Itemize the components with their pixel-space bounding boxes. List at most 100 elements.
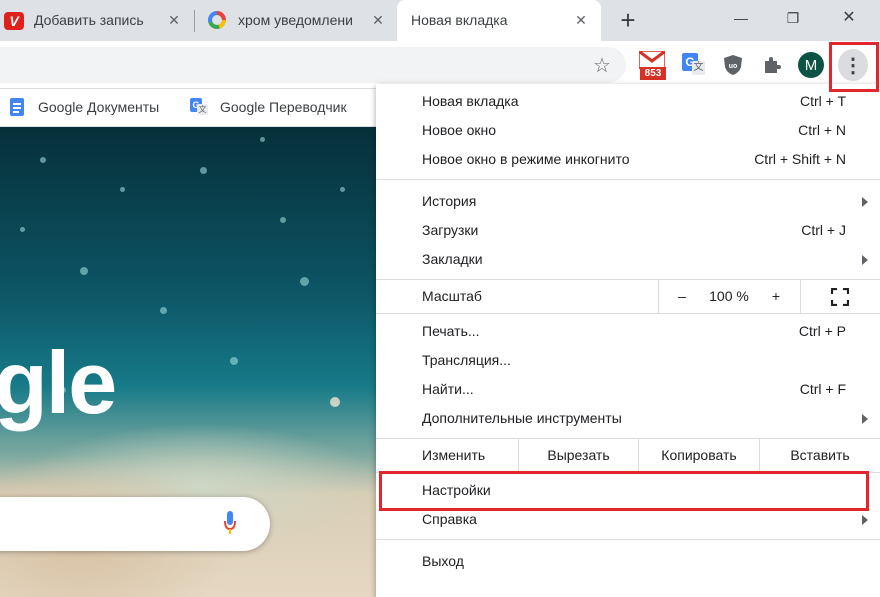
microphone-icon[interactable]	[224, 511, 236, 537]
extensions-puzzle-icon[interactable]	[760, 53, 784, 77]
background-speck	[160, 307, 167, 314]
close-icon[interactable]: ✕	[166, 12, 182, 28]
ublock-shield-icon[interactable]: uo	[722, 53, 744, 77]
background-speck	[200, 167, 207, 174]
background-speck	[280, 217, 286, 223]
menu-item-shortcut: Ctrl + P	[798, 323, 846, 339]
tab-new-tab-active[interactable]: Новая вкладка ✕	[397, 0, 601, 41]
menu-item-find[interactable]: Найти... Ctrl + F	[376, 375, 880, 404]
menu-item-history[interactable]: История	[376, 187, 880, 216]
google-logo-fragment: gle	[0, 333, 117, 432]
paste-button[interactable]: Вставить	[760, 439, 880, 472]
background-speck	[80, 267, 88, 275]
maximize-button[interactable]: ❐	[770, 0, 816, 36]
bookmark-label: Google Документы	[38, 99, 160, 115]
menu-separator	[376, 539, 880, 540]
gmail-icon[interactable]: 853	[638, 51, 666, 81]
gmail-badge: 853	[640, 67, 666, 80]
translate-icon: G 文	[190, 98, 208, 116]
profile-avatar[interactable]: M	[798, 52, 824, 78]
background-speck	[120, 187, 125, 192]
translate-a-glyph: 文	[692, 61, 705, 75]
address-bar[interactable]	[0, 47, 626, 83]
docs-line	[13, 103, 21, 105]
menu-item-label: История	[422, 193, 477, 209]
menu-item-bookmarks[interactable]: Закладки	[376, 245, 880, 274]
zoom-in-button[interactable]: +	[764, 288, 788, 304]
menu-item-shortcut: Ctrl + J	[801, 222, 846, 238]
menu-item-more-tools[interactable]: Дополнительные инструменты	[376, 404, 880, 433]
bookmarks-bar: Google Документы G 文 Google Переводчик	[0, 89, 376, 127]
tab-separator	[194, 10, 195, 32]
menu-item-exit[interactable]: Выход	[376, 547, 880, 576]
tab-title: Новая вкладка	[411, 12, 508, 28]
bookmark-label: Google Переводчик	[220, 99, 347, 115]
bookmark-google-docs[interactable]: Google Документы	[10, 89, 159, 125]
background-speck	[260, 137, 265, 142]
tab-strip: V Добавить запись ✕ хром уведомлени ✕ Но…	[0, 0, 880, 41]
menu-item-shortcut: Ctrl + T	[799, 93, 846, 109]
menu-item-label: Справка	[422, 511, 477, 527]
menu-item-label: Новое окно	[422, 122, 497, 138]
menu-item-label: Новая вкладка	[422, 93, 519, 109]
fullscreen-icon[interactable]	[830, 287, 850, 307]
star-icon[interactable]: ☆	[590, 53, 614, 77]
new-tab-page: gle	[0, 127, 376, 597]
menu-item-shortcut: Ctrl + N	[798, 122, 846, 138]
menu-item-print[interactable]: Печать... Ctrl + P	[376, 317, 880, 346]
highlight-settings	[379, 471, 869, 511]
toolbar: ☆ 853 G 文 uo M ⋮	[0, 41, 880, 89]
close-icon[interactable]: ✕	[370, 12, 386, 28]
new-tab-button[interactable]: +	[614, 6, 642, 34]
opera-v-icon: V	[4, 12, 24, 30]
submenu-arrow-icon	[862, 255, 868, 265]
menu-item-label: Выход	[422, 553, 464, 569]
edit-label: Изменить	[422, 447, 486, 463]
menu-item-label: Новое окно в режиме инкогнито	[422, 151, 630, 167]
menu-item-downloads[interactable]: Загрузки Ctrl + J	[376, 216, 880, 245]
background-speck	[330, 397, 340, 407]
tab-add-post[interactable]: V Добавить запись ✕	[0, 0, 190, 41]
menu-item-label: Трансляция...	[422, 352, 511, 368]
menu-item-label: Найти...	[422, 381, 474, 397]
background-speck	[230, 357, 238, 365]
tab-title: хром уведомлени	[238, 12, 353, 28]
google-g-inner	[212, 15, 222, 25]
menu-item-cast[interactable]: Трансляция...	[376, 346, 880, 375]
submenu-arrow-icon	[862, 515, 868, 525]
zoom-divider	[658, 280, 659, 313]
background-speck	[300, 277, 309, 286]
search-box[interactable]	[0, 497, 270, 551]
menu-separator	[376, 313, 880, 314]
zoom-out-button[interactable]: –	[670, 288, 694, 304]
tab-title: Добавить запись	[34, 12, 144, 28]
menu-item-label: Печать...	[422, 323, 480, 339]
submenu-arrow-icon	[862, 414, 868, 424]
tab-chrome-notifications[interactable]: хром уведомлени ✕	[196, 0, 396, 41]
google-translate-icon[interactable]: G 文	[682, 53, 706, 77]
bookmark-google-translate[interactable]: G 文 Google Переводчик	[190, 89, 347, 125]
minimize-button[interactable]: —	[718, 0, 764, 36]
menu-item-new-tab[interactable]: Новая вкладка Ctrl + T	[376, 87, 880, 116]
menu-item-incognito[interactable]: Новое окно в режиме инкогнито Ctrl + Shi…	[376, 145, 880, 174]
background-speck	[340, 187, 345, 192]
close-icon[interactable]: ✕	[573, 12, 589, 28]
menu-separator	[376, 179, 880, 180]
zoom-divider	[800, 280, 801, 313]
translate-a-glyph: 文	[197, 104, 208, 115]
menu-item-label: Дополнительные инструменты	[422, 410, 622, 426]
close-window-button[interactable]: ✕	[826, 0, 872, 36]
menu-item-shortcut: Ctrl + Shift + N	[754, 151, 846, 167]
docs-line	[13, 111, 19, 113]
background-speck	[40, 157, 46, 163]
menu-item-label: Загрузки	[422, 222, 479, 238]
menu-item-shortcut: Ctrl + F	[799, 381, 846, 397]
cut-button[interactable]: Вырезать	[519, 439, 638, 472]
svg-text:uo: uo	[729, 63, 738, 70]
highlight-menu-button	[829, 42, 879, 92]
chrome-main-menu: Новая вкладка Ctrl + T Новое окно Ctrl +…	[376, 84, 880, 597]
copy-button[interactable]: Копировать	[639, 439, 759, 472]
background-speck	[20, 227, 25, 232]
menu-item-new-window[interactable]: Новое окно Ctrl + N	[376, 116, 880, 145]
menu-item-zoom: Масштаб – 100 % +	[376, 280, 880, 313]
